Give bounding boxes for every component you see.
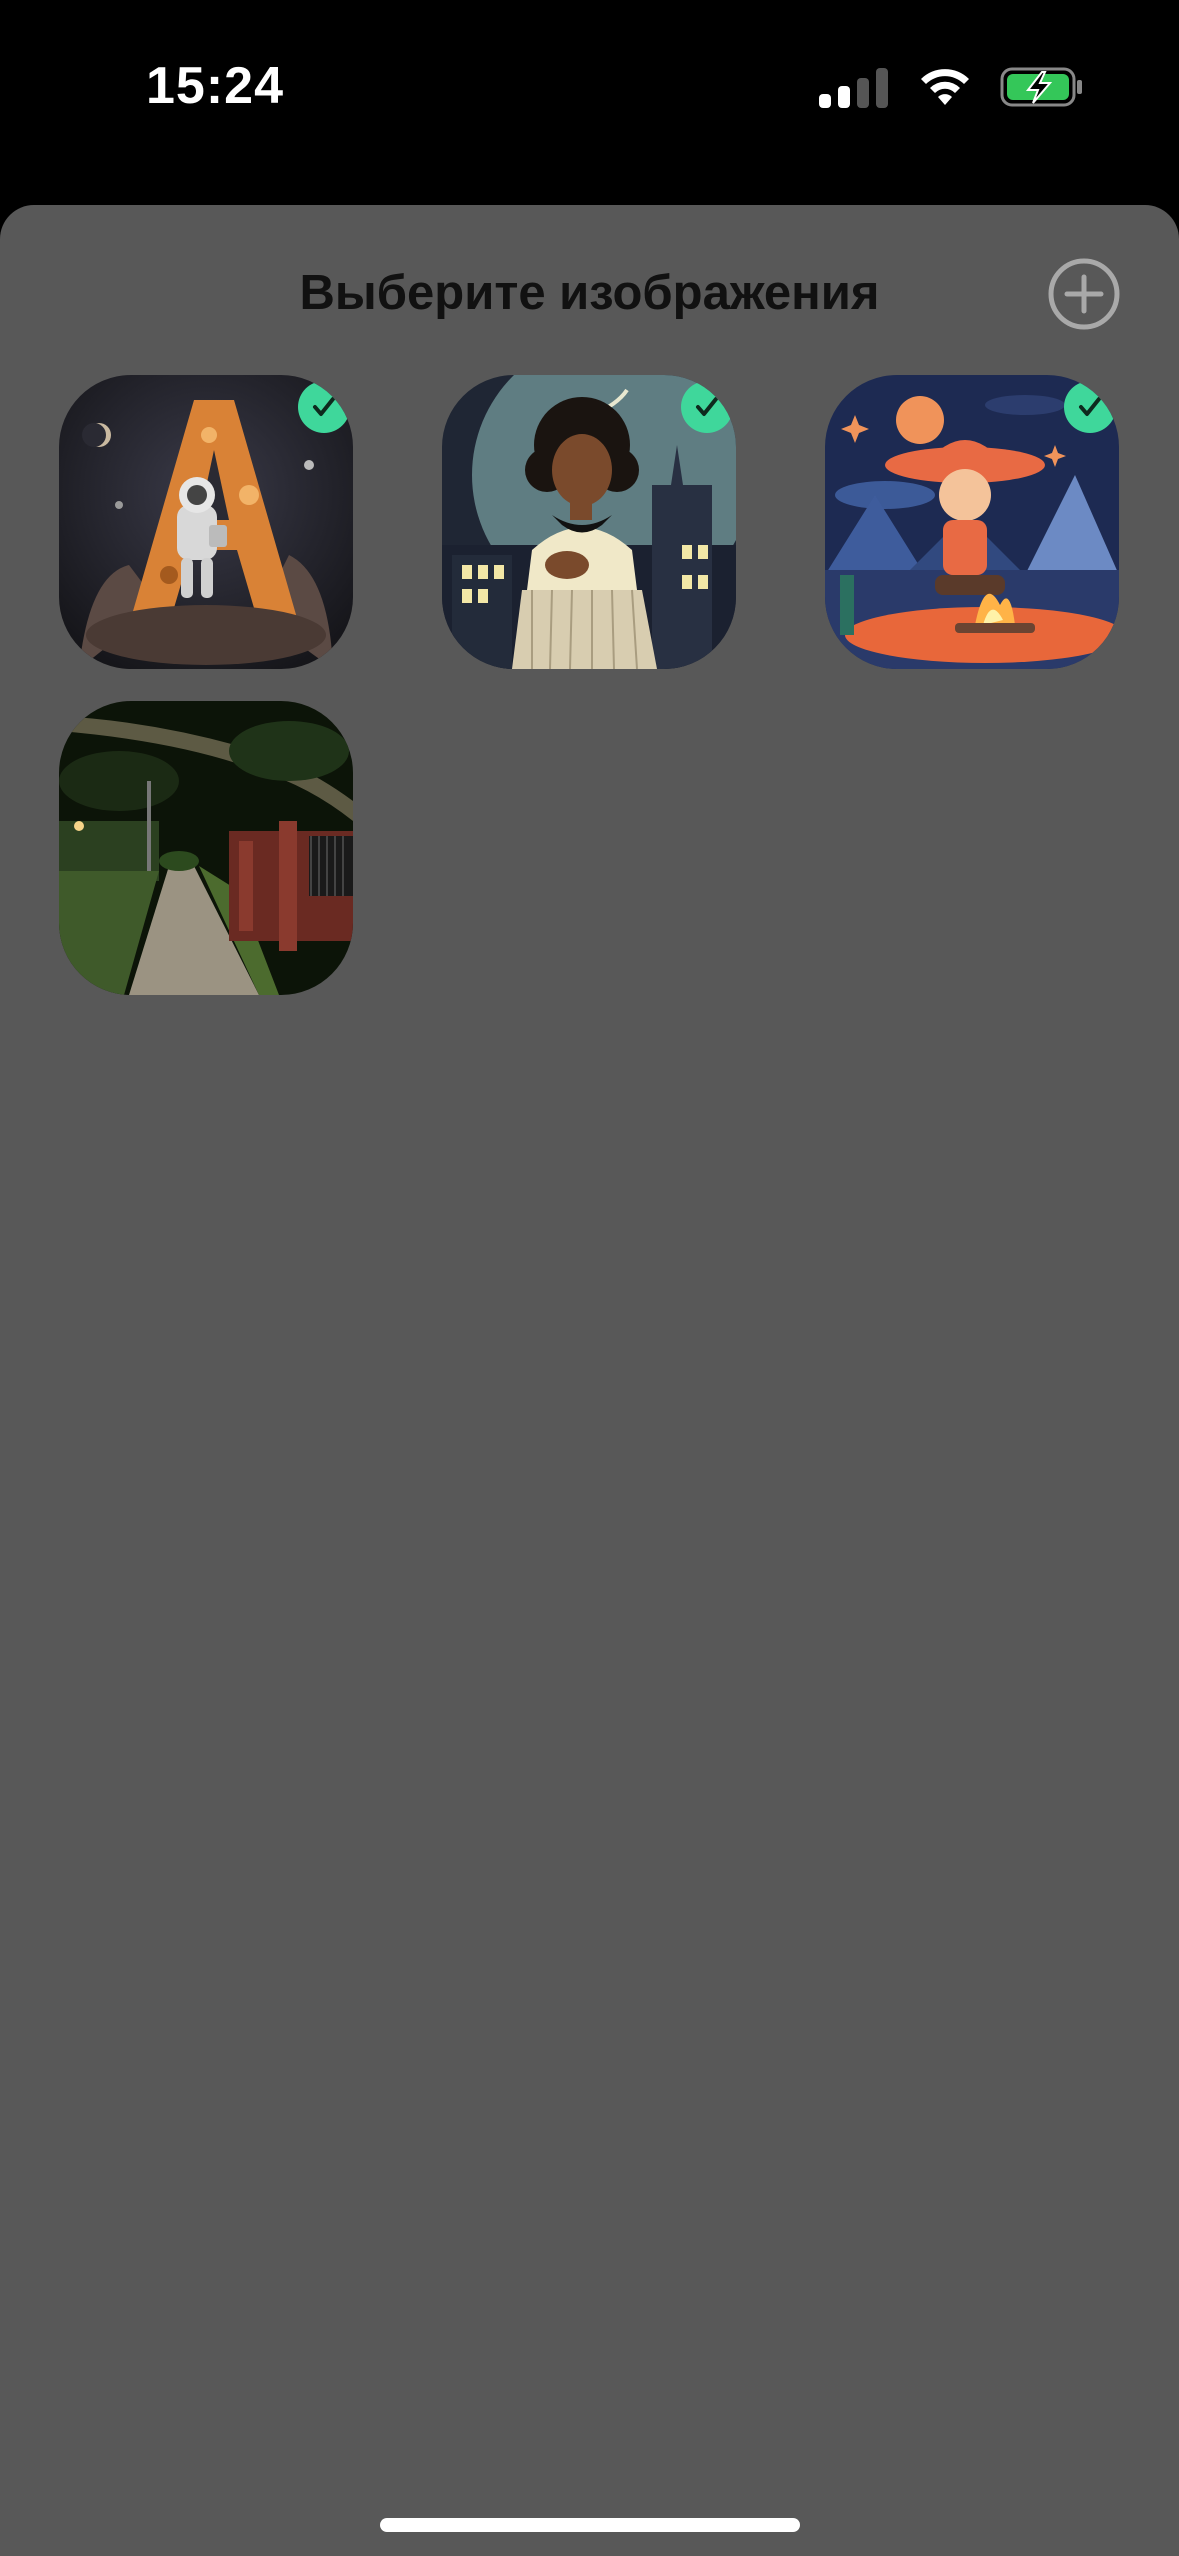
- home-indicator[interactable]: [380, 2518, 800, 2532]
- cellular-signal-icon: [819, 66, 888, 108]
- selected-checkmark-icon: [298, 381, 350, 433]
- image-thumbnail-cowboy[interactable]: [825, 375, 1119, 669]
- plus-circle-icon[interactable]: [1047, 257, 1121, 331]
- image-thumbnail-woman[interactable]: [442, 375, 736, 669]
- status-icons: [819, 64, 1084, 110]
- image-picker-sheet: Выберите изображения: [0, 205, 1179, 2556]
- sheet-title: Выберите изображения: [299, 266, 880, 320]
- selected-checkmark-icon: [681, 381, 733, 433]
- selected-checkmark-icon: [1064, 381, 1116, 433]
- status-time: 15:24: [146, 57, 284, 115]
- image-thumbnail-park[interactable]: [59, 701, 353, 995]
- image-thumbnail-astronaut[interactable]: [59, 375, 353, 669]
- park-path-night-image: [59, 701, 353, 995]
- wifi-icon: [921, 69, 969, 105]
- battery-charging-icon: [1000, 67, 1082, 107]
- status-bar: 15:24: [0, 0, 1179, 205]
